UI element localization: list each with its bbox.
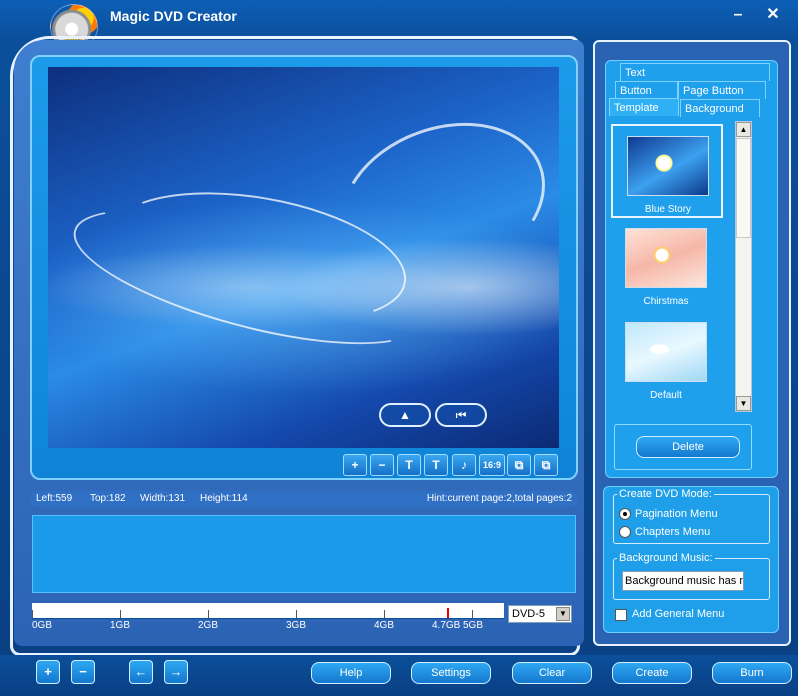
back-arrow-icon[interactable]: ←: [129, 660, 153, 684]
status-width: Width:131: [140, 493, 186, 504]
scroll-thumb[interactable]: [736, 138, 751, 238]
ruler-tick: [296, 610, 297, 618]
template-name: Blue Story: [644, 204, 692, 215]
template-thumbnail: [625, 228, 707, 288]
help-button[interactable]: Help: [311, 662, 391, 684]
disc-type-select[interactable]: DVD-5 ▼: [508, 605, 572, 623]
tab-button[interactable]: Button: [615, 81, 678, 99]
chapters-menu-label[interactable]: Chapters Menu: [635, 526, 710, 538]
page-hint: Hint:current page:2,total pages:2: [426, 493, 572, 504]
create-button[interactable]: Create: [612, 662, 692, 684]
clear-button[interactable]: Clear: [512, 662, 592, 684]
position-status-bar: Left:559 Top:182 Width:131 Height:114 Hi…: [30, 491, 578, 507]
zoom-in-button[interactable]: +: [343, 454, 367, 476]
delete-button[interactable]: Delete: [636, 436, 740, 458]
remove-file-button[interactable]: −: [71, 660, 95, 684]
dvd-mode-title: Create DVD Mode:: [617, 488, 714, 500]
app-title: Magic DVD Creator: [110, 8, 237, 24]
ruler-label: 4GB: [374, 620, 395, 631]
status-top: Top:182: [90, 493, 126, 504]
template-item-christmas[interactable]: Chirstmas: [611, 218, 723, 312]
ruler-label: 1GB: [110, 620, 131, 631]
forward-arrow-icon[interactable]: →: [164, 660, 188, 684]
burn-button[interactable]: Burn: [712, 662, 792, 684]
ruler-tick: [120, 610, 121, 618]
bg-music-title: Background Music:: [617, 552, 715, 564]
status-left: Left:559: [36, 493, 73, 504]
title-bar: DVD Magic DVD Creator – ✕: [0, 0, 798, 50]
pagination-menu-label[interactable]: Pagination Menu: [635, 508, 718, 520]
bg-music-field[interactable]: Background music has no: [622, 571, 744, 591]
zoom-out-button[interactable]: −: [370, 454, 394, 476]
ruler-tick: [208, 610, 209, 618]
ruler-label: 4.7GB: [432, 620, 461, 631]
nav-first-button[interactable]: ⏮: [435, 403, 487, 427]
ruler-tick: [472, 610, 473, 618]
remove-frame-button[interactable]: ⧉: [534, 454, 558, 476]
pagination-menu-radio[interactable]: [619, 508, 631, 520]
ruler-label: 2GB: [198, 620, 219, 631]
close-button[interactable]: ✕: [764, 6, 782, 24]
chevron-down-icon[interactable]: ▼: [556, 607, 570, 621]
tab-text[interactable]: Text: [620, 63, 770, 81]
tab-template[interactable]: Template: [609, 98, 679, 116]
template-item-blue-story[interactable]: Blue Story: [611, 124, 723, 218]
template-thumbnail: [625, 322, 707, 382]
template-name: Default: [650, 390, 682, 401]
disc-type-value: DVD-5: [512, 608, 546, 620]
add-frame-button[interactable]: ⧉: [507, 454, 531, 476]
template-list: Blue Story Chirstmas Default: [611, 120, 733, 412]
tab-background[interactable]: Background: [680, 99, 760, 117]
tab-page-button[interactable]: Page Button: [678, 81, 766, 99]
template-name: Chirstmas: [643, 296, 689, 307]
capacity-marker: [447, 608, 449, 618]
remove-text-button[interactable]: T: [424, 454, 448, 476]
ruler-label: 5GB: [463, 620, 484, 631]
add-file-button[interactable]: +: [36, 660, 60, 684]
settings-button[interactable]: Settings: [411, 662, 491, 684]
status-height: Height:114: [200, 493, 248, 504]
scroll-up-icon[interactable]: ▲: [736, 122, 751, 137]
file-list-area[interactable]: [32, 515, 576, 593]
nav-up-button[interactable]: ▲: [379, 403, 431, 427]
app-window: DVD Magic DVD Creator – ✕ ▲ ⏮ + − T T ♪ …: [0, 0, 798, 696]
ruler-label: 3GB: [286, 620, 307, 631]
music-button[interactable]: ♪: [452, 454, 476, 476]
general-menu-label[interactable]: Add General Menu: [632, 608, 724, 620]
chapters-menu-radio[interactable]: [619, 526, 631, 538]
menu-preview-canvas[interactable]: [48, 67, 568, 448]
capacity-ruler: [32, 603, 504, 619]
ruler-tick: [32, 610, 33, 618]
minimize-button[interactable]: –: [729, 6, 747, 24]
template-thumbnail: [627, 136, 709, 196]
scroll-down-icon[interactable]: ▼: [736, 396, 751, 411]
general-menu-checkbox[interactable]: [615, 609, 627, 621]
ruler-tick: [384, 610, 385, 618]
template-scrollbar[interactable]: ▲ ▼: [735, 121, 752, 412]
aspect-ratio-button[interactable]: 16:9: [479, 454, 505, 476]
add-text-button[interactable]: T: [397, 454, 421, 476]
ruler-label: 0GB: [32, 620, 53, 631]
template-item-default[interactable]: Default: [611, 312, 723, 406]
